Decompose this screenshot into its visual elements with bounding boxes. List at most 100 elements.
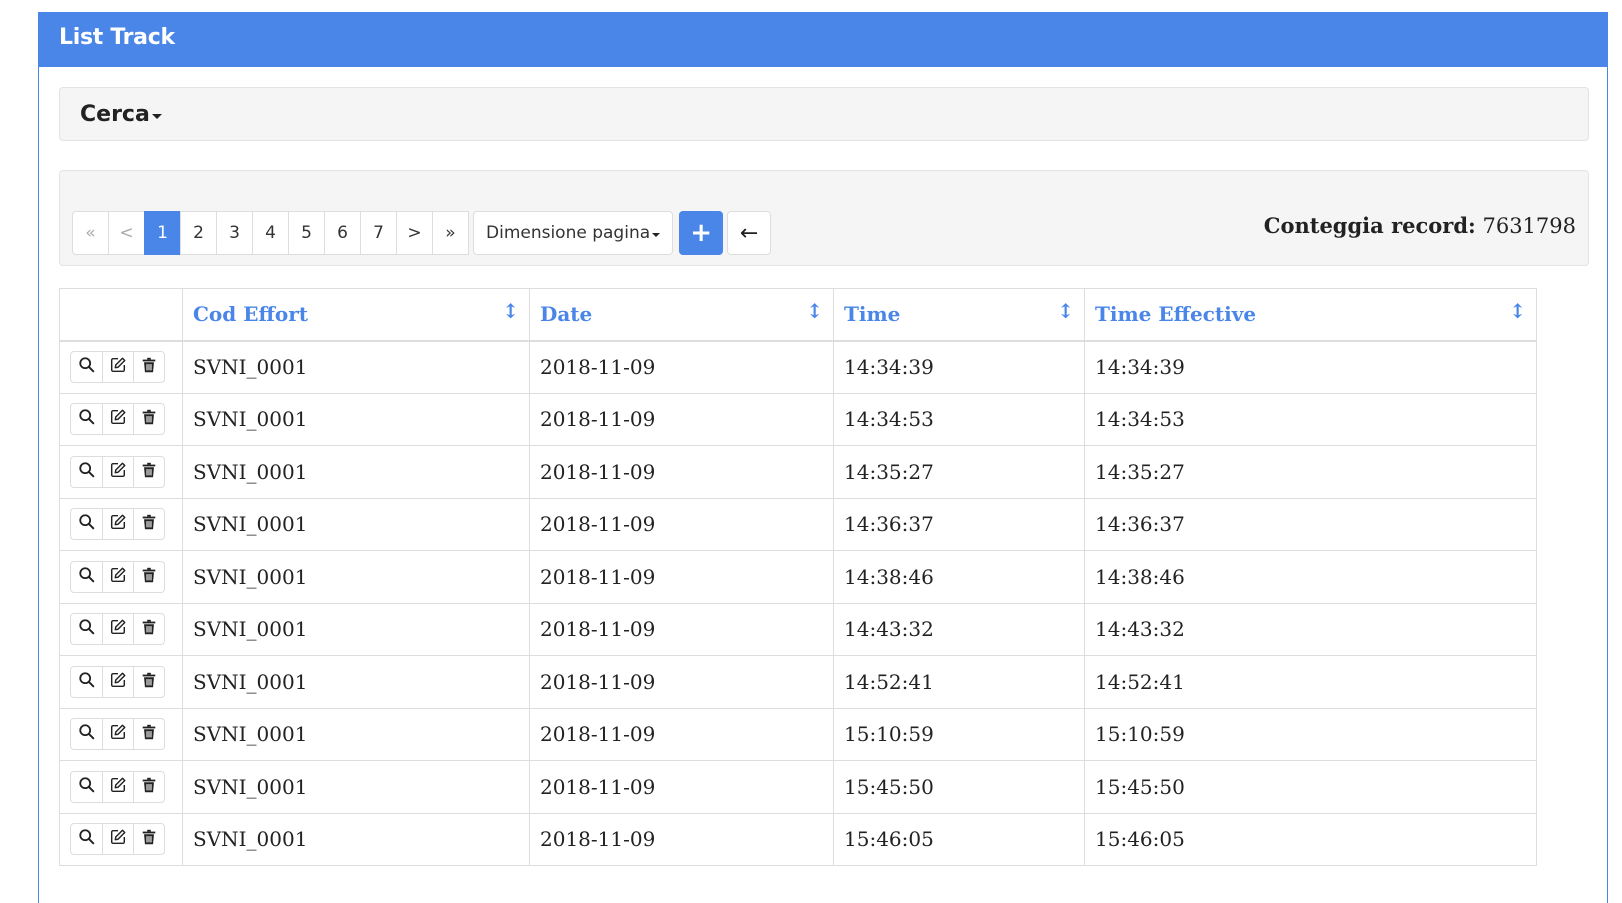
sort-icon[interactable]: ↕ xyxy=(806,299,823,323)
trash-icon xyxy=(140,407,158,431)
cell-date: 2018-11-09 xyxy=(529,340,834,394)
edit-button[interactable] xyxy=(102,404,133,435)
add-button[interactable]: + xyxy=(679,211,724,255)
row-actions xyxy=(59,812,183,866)
cell-date: 2018-11-09 xyxy=(529,707,834,761)
edit-icon xyxy=(109,355,127,379)
view-button[interactable] xyxy=(71,771,102,802)
page-button-7[interactable]: 7 xyxy=(360,211,397,255)
row-actions xyxy=(59,445,183,499)
sort-icon[interactable]: ↕ xyxy=(1509,299,1526,323)
view-button[interactable] xyxy=(71,352,102,382)
cell-date: 2018-11-09 xyxy=(529,655,834,709)
first-page-button[interactable]: « xyxy=(72,211,109,255)
cell-time-effective: 14:43:32 xyxy=(1084,602,1537,656)
cell-cod-effort: SVNI_0001 xyxy=(182,760,530,814)
delete-button[interactable] xyxy=(133,352,164,382)
chevron-down-icon xyxy=(151,113,162,119)
search-toggle[interactable]: Cerca xyxy=(59,87,1589,141)
record-count-value: 7631798 xyxy=(1482,214,1576,238)
view-button[interactable] xyxy=(71,404,102,435)
edit-button[interactable] xyxy=(102,456,133,487)
trash-icon xyxy=(140,617,158,641)
record-count: Conteggia record: 7631798 xyxy=(1264,213,1576,238)
cell-time-effective: 15:10:59 xyxy=(1084,707,1537,761)
row-actions xyxy=(59,602,183,656)
delete-button[interactable] xyxy=(133,561,164,592)
delete-button[interactable] xyxy=(133,404,164,435)
edit-button[interactable] xyxy=(102,771,133,802)
delete-button[interactable] xyxy=(133,666,164,697)
edit-icon xyxy=(109,722,127,746)
page-button-1[interactable]: 1 xyxy=(144,211,181,255)
table-row: SVNI_0001 2018-11-09 14:43:32 14:43:32 xyxy=(59,602,1537,656)
prev-page-button[interactable]: < xyxy=(108,211,145,255)
edit-button[interactable] xyxy=(102,352,133,382)
column-label: Time xyxy=(844,302,901,327)
list-track-panel: List Track Cerca « < 1 2 3 4 5 6 7 > » D… xyxy=(38,12,1608,903)
action-button-group xyxy=(70,665,165,698)
column-header-cod-effort[interactable]: Cod Effort ↕ xyxy=(182,288,530,342)
page-button-5[interactable]: 5 xyxy=(288,211,325,255)
next-page-button[interactable]: > xyxy=(396,211,433,255)
delete-button[interactable] xyxy=(133,509,164,540)
view-button[interactable] xyxy=(71,614,102,645)
track-table: Cod Effort ↕ Date ↕ Time ↕ Time Effectiv… xyxy=(59,288,1537,866)
delete-button[interactable] xyxy=(133,456,164,487)
cell-cod-effort: SVNI_0001 xyxy=(182,812,530,866)
view-button[interactable] xyxy=(71,456,102,487)
edit-button[interactable] xyxy=(102,561,133,592)
cell-date: 2018-11-09 xyxy=(529,602,834,656)
view-button[interactable] xyxy=(71,561,102,592)
view-button[interactable] xyxy=(71,666,102,697)
trash-icon xyxy=(140,355,158,379)
row-actions xyxy=(59,760,183,814)
edit-button[interactable] xyxy=(102,719,133,750)
table-row: SVNI_0001 2018-11-09 14:52:41 14:52:41 xyxy=(59,655,1537,709)
cell-time-effective: 14:38:46 xyxy=(1084,550,1537,604)
page-button-6[interactable]: 6 xyxy=(324,211,361,255)
back-button[interactable]: ← xyxy=(727,211,772,255)
cell-time-effective: 14:34:39 xyxy=(1084,340,1537,394)
page-size-dropdown[interactable]: Dimensione pagina xyxy=(473,211,674,255)
cell-time-effective: 15:46:05 xyxy=(1084,812,1537,866)
search-icon xyxy=(78,617,96,641)
search-icon xyxy=(78,512,96,536)
cell-time: 14:34:39 xyxy=(833,340,1085,394)
trash-icon xyxy=(140,722,158,746)
search-icon xyxy=(78,460,96,484)
delete-button[interactable] xyxy=(133,771,164,802)
cell-cod-effort: SVNI_0001 xyxy=(182,602,530,656)
delete-button[interactable] xyxy=(133,824,164,855)
edit-button[interactable] xyxy=(102,824,133,855)
view-button[interactable] xyxy=(71,719,102,750)
table-row: SVNI_0001 2018-11-09 14:34:53 14:34:53 xyxy=(59,392,1537,446)
delete-button[interactable] xyxy=(133,614,164,645)
cell-date: 2018-11-09 xyxy=(529,392,834,446)
action-button-group xyxy=(70,823,165,856)
column-header-time-effective[interactable]: Time Effective ↕ xyxy=(1084,288,1537,342)
sort-icon[interactable]: ↕ xyxy=(1057,299,1074,323)
last-page-button[interactable]: » xyxy=(432,211,469,255)
column-header-time[interactable]: Time ↕ xyxy=(833,288,1085,342)
cell-cod-effort: SVNI_0001 xyxy=(182,550,530,604)
cell-date: 2018-11-09 xyxy=(529,497,834,551)
view-button[interactable] xyxy=(71,824,102,855)
column-header-date[interactable]: Date ↕ xyxy=(529,288,834,342)
trash-icon xyxy=(140,670,158,694)
action-button-group xyxy=(70,718,165,751)
search-icon xyxy=(78,775,96,799)
table-row: SVNI_0001 2018-11-09 14:34:39 14:34:39 xyxy=(59,340,1537,394)
trash-icon xyxy=(140,565,158,589)
table-row: SVNI_0001 2018-11-09 15:10:59 15:10:59 xyxy=(59,707,1537,761)
page-button-4[interactable]: 4 xyxy=(252,211,289,255)
page-button-2[interactable]: 2 xyxy=(180,211,217,255)
edit-button[interactable] xyxy=(102,666,133,697)
view-button[interactable] xyxy=(71,509,102,540)
page-button-3[interactable]: 3 xyxy=(216,211,253,255)
edit-button[interactable] xyxy=(102,509,133,540)
edit-button[interactable] xyxy=(102,614,133,645)
cell-cod-effort: SVNI_0001 xyxy=(182,655,530,709)
sort-icon[interactable]: ↕ xyxy=(502,299,519,323)
delete-button[interactable] xyxy=(133,719,164,750)
